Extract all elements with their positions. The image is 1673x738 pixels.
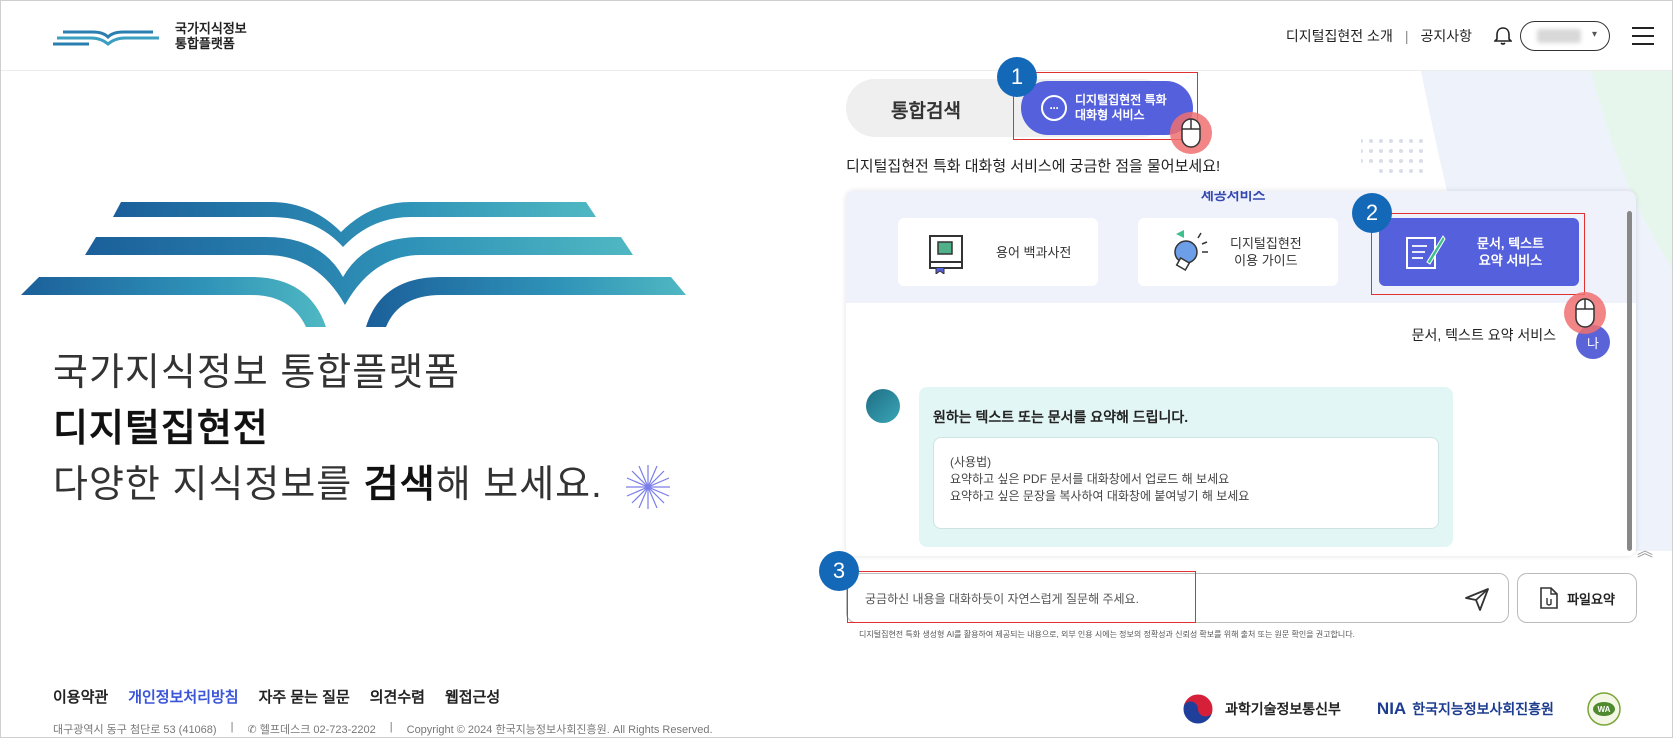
nav-separator: | xyxy=(1404,28,1409,44)
bot-message-title: 원하는 텍스트 또는 문서를 요약해 드립니다. xyxy=(933,409,1189,425)
nia-abbr: NIA xyxy=(1376,699,1407,718)
hero-heading-line1: 국가지식정보 통합플랫폼 xyxy=(53,352,461,394)
mouse-cursor-icon xyxy=(1564,292,1606,334)
service-glossary[interactable]: 용어 백과사전 xyxy=(898,218,1098,286)
sparkle-icon xyxy=(626,464,671,509)
hero-heading-line3: 다양한 지식정보를 검색해 보세요. xyxy=(53,453,672,511)
footer-info: 대구광역시 동구 첨단로 53 (41068) | ✆ 헬프데스크 02-723… xyxy=(53,721,713,737)
logo-line1: 국가지식정보 xyxy=(175,21,247,36)
footer-link-feedback[interactable]: 의견수렴 xyxy=(370,686,425,707)
service-guide[interactable]: 디지털집현전 이용 가이드 xyxy=(1138,218,1338,286)
hamburger-menu-icon[interactable] xyxy=(1632,27,1654,45)
footer-helpdesk: ✆ 헬프데스크 02-723-2202 xyxy=(247,721,375,737)
hero-heading-line2: 디지털집현전 xyxy=(53,408,269,450)
tab-integrated-search[interactable]: 통합검색 xyxy=(891,96,961,123)
ministry-logo[interactable]: 과학기술정보통신부 xyxy=(1181,692,1341,726)
footer-helpdesk-text: 헬프데스크 02-723-2202 xyxy=(259,724,376,736)
hero-line3-post: 해 보세요. xyxy=(435,464,603,506)
service-guide-line1: 디지털집현전 xyxy=(1230,236,1302,251)
blurred-username xyxy=(1537,29,1581,43)
step-badge-1: 1 xyxy=(997,57,1037,97)
svg-text:WA: WA xyxy=(1597,705,1610,714)
nia-name: 한국지능정보사회진흥원 xyxy=(1412,701,1554,717)
file-summary-label: 파일요약 xyxy=(1567,591,1615,607)
bot-usage-box: (사용법) 요약하고 싶은 PDF 문서를 대화창에서 업로드 해 보세요 요약… xyxy=(933,437,1439,529)
send-icon[interactable] xyxy=(1464,586,1490,612)
highlight-box-2 xyxy=(1371,213,1585,295)
footer-link-accessibility[interactable]: 웹접근성 xyxy=(445,686,500,707)
nia-logo[interactable]: NIA 한국지능정보사회진흥원 xyxy=(1377,699,1554,719)
hero-line3-bold: 검색 xyxy=(363,464,436,506)
logo-mark-icon xyxy=(53,30,159,46)
scroll-top-icon[interactable]: ︽ xyxy=(1637,537,1653,561)
nav-notice-link[interactable]: 공지사항 xyxy=(1420,26,1472,46)
footer-address: 대구광역시 동구 첨단로 53 (41068) xyxy=(53,724,217,736)
book-icon xyxy=(929,235,963,274)
bot-message: 원하는 텍스트 또는 문서를 요약해 드립니다. (사용법) 요약하고 싶은 P… xyxy=(919,387,1453,547)
header-utility: 디지털집현전 소개 | 공지사항 ▾ xyxy=(1286,21,1654,51)
footer-logos: 과학기술정보통신부 NIA 한국지능정보사회진흥원 WA xyxy=(1181,691,1622,727)
page-frame: 국가지식정보 통합플랫폼 디지털집현전 소개 | 공지사항 ▾ 국가지식정보 통… xyxy=(0,0,1673,738)
taegeuk-icon xyxy=(1182,693,1214,725)
user-select[interactable]: ▾ xyxy=(1520,21,1610,51)
chat-scrollbar[interactable] xyxy=(1627,211,1632,551)
footer-link-faq[interactable]: 자주 묻는 질문 xyxy=(259,686,350,707)
ministry-name: 과학기술정보통신부 xyxy=(1225,701,1341,717)
logo-text: 국가지식정보 통합플랫폼 xyxy=(175,21,247,51)
services-title: 제공서비스 xyxy=(1201,191,1266,203)
step-badge-2: 2 xyxy=(1352,193,1392,233)
mouse-cursor-icon xyxy=(1170,112,1212,154)
ai-disclaimer: 디지털집현전 특화 생성형 AI를 활용하여 제공되는 내용으로, 외부 인용 … xyxy=(859,630,1355,639)
highlight-box-3 xyxy=(847,571,1196,623)
site-header: 국가지식정보 통합플랫폼 디지털집현전 소개 | 공지사항 ▾ xyxy=(1,1,1672,71)
step-badge-3: 3 xyxy=(819,551,859,591)
file-attach-icon xyxy=(1540,587,1558,609)
chat-subtitle: 디지털집현전 특화 대화형 서비스에 궁금한 점을 물어보세요! xyxy=(846,158,1221,175)
bot-usage-label: (사용법) xyxy=(950,455,992,469)
nav-about-link[interactable]: 디지털집현전 소개 xyxy=(1286,26,1393,46)
phone-icon: ✆ xyxy=(247,724,260,736)
wa-certification-icon: WA xyxy=(1587,692,1621,726)
service-guide-line2: 이용 가이드 xyxy=(1234,253,1298,268)
lightbulb-icon xyxy=(1174,230,1208,271)
hero-book-graphic xyxy=(21,202,686,327)
bot-avatar xyxy=(866,389,900,423)
logo-line2: 통합플랫폼 xyxy=(175,36,235,51)
file-summary-button[interactable]: 파일요약 xyxy=(1517,573,1637,623)
bell-icon[interactable] xyxy=(1492,25,1514,47)
site-logo[interactable]: 국가지식정보 통합플랫폼 xyxy=(53,21,247,51)
service-glossary-label: 용어 백과사전 xyxy=(996,244,1072,260)
hero-line3-pre: 다양한 지식정보를 xyxy=(53,464,364,506)
user-message: 문서, 텍스트 요약 서비스 xyxy=(1411,327,1556,343)
footer-link-terms[interactable]: 이용약관 xyxy=(53,686,108,707)
footer-divider: | xyxy=(230,721,234,733)
service-guide-label: 디지털집현전 이용 가이드 xyxy=(1230,235,1302,269)
bot-usage-line2: 요약하고 싶은 문장을 복사하여 대화창에 붙여넣기 해 보세요 xyxy=(950,489,1250,503)
footer-divider: | xyxy=(389,721,393,733)
footer-link-privacy[interactable]: 개인정보처리방침 xyxy=(128,686,238,707)
footer-links: 이용약관 개인정보처리방침 자주 묻는 질문 의견수렴 웹접근성 xyxy=(53,686,500,707)
chevron-down-icon: ▾ xyxy=(1591,29,1597,40)
footer-copyright: Copyright © 2024 한국지능정보사회진흥원. All Rights… xyxy=(406,724,713,736)
bot-usage-line1: 요약하고 싶은 PDF 문서를 대화창에서 업로드 해 보세요 xyxy=(950,472,1230,486)
